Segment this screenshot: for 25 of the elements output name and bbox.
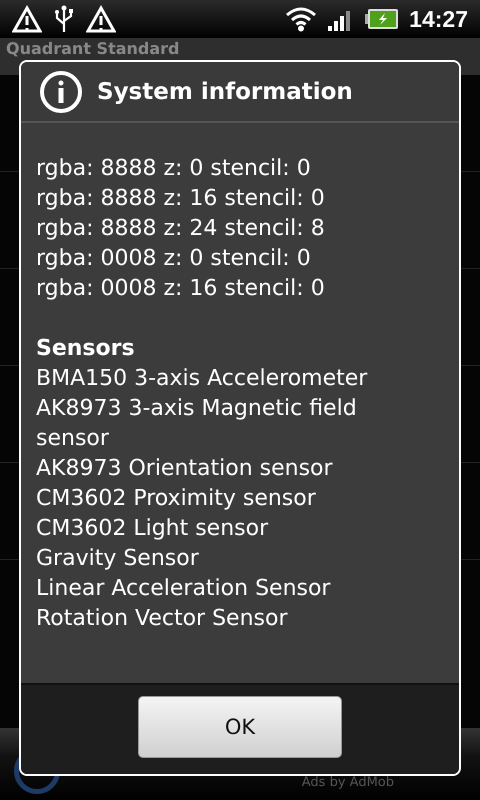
- sensor-line: CM3602 Light sensor: [36, 515, 270, 543]
- sensor-line: AK8973 3-axis Magnetic field sensor: [36, 395, 358, 453]
- app-title: Quadrant Standard: [6, 39, 180, 59]
- wifi-icon: [285, 6, 318, 32]
- sensor-line: CM3602 Proximity sensor: [36, 485, 317, 513]
- info-line: rgba: 8888 z: 24 stencil: 8: [36, 215, 326, 243]
- info-line: rgba: 8888 z: 16 stencil: 0: [36, 185, 326, 213]
- info-icon: [39, 70, 83, 114]
- usb-icon: [52, 4, 76, 34]
- sensor-line: BMA150 3-axis Accelerometer: [36, 365, 368, 393]
- info-line: rgba: 0008 z: 16 stencil: 0: [36, 275, 326, 303]
- info-line: rgba: 0008 z: 0 stencil: 0: [36, 245, 312, 273]
- info-line: rgba: 8888 z: 0 stencil: 0: [36, 155, 312, 183]
- sensor-line: Rotation Vector Sensor: [36, 605, 289, 633]
- warning-icon: [12, 4, 42, 34]
- battery-icon: [365, 8, 400, 30]
- sensor-line: Gravity Sensor: [36, 545, 200, 573]
- ok-button[interactable]: OK: [138, 696, 342, 758]
- warning-icon: [86, 4, 116, 34]
- ad-text: Ads by AdMob: [302, 775, 394, 790]
- sensor-line: Linear Acceleration Sensor: [36, 575, 332, 603]
- section-heading: Sensors: [36, 335, 136, 363]
- sensor-line: AK8973 Orientation sensor: [36, 455, 334, 483]
- clock: 14:27: [409, 6, 468, 32]
- dialog-title: System information: [97, 78, 353, 104]
